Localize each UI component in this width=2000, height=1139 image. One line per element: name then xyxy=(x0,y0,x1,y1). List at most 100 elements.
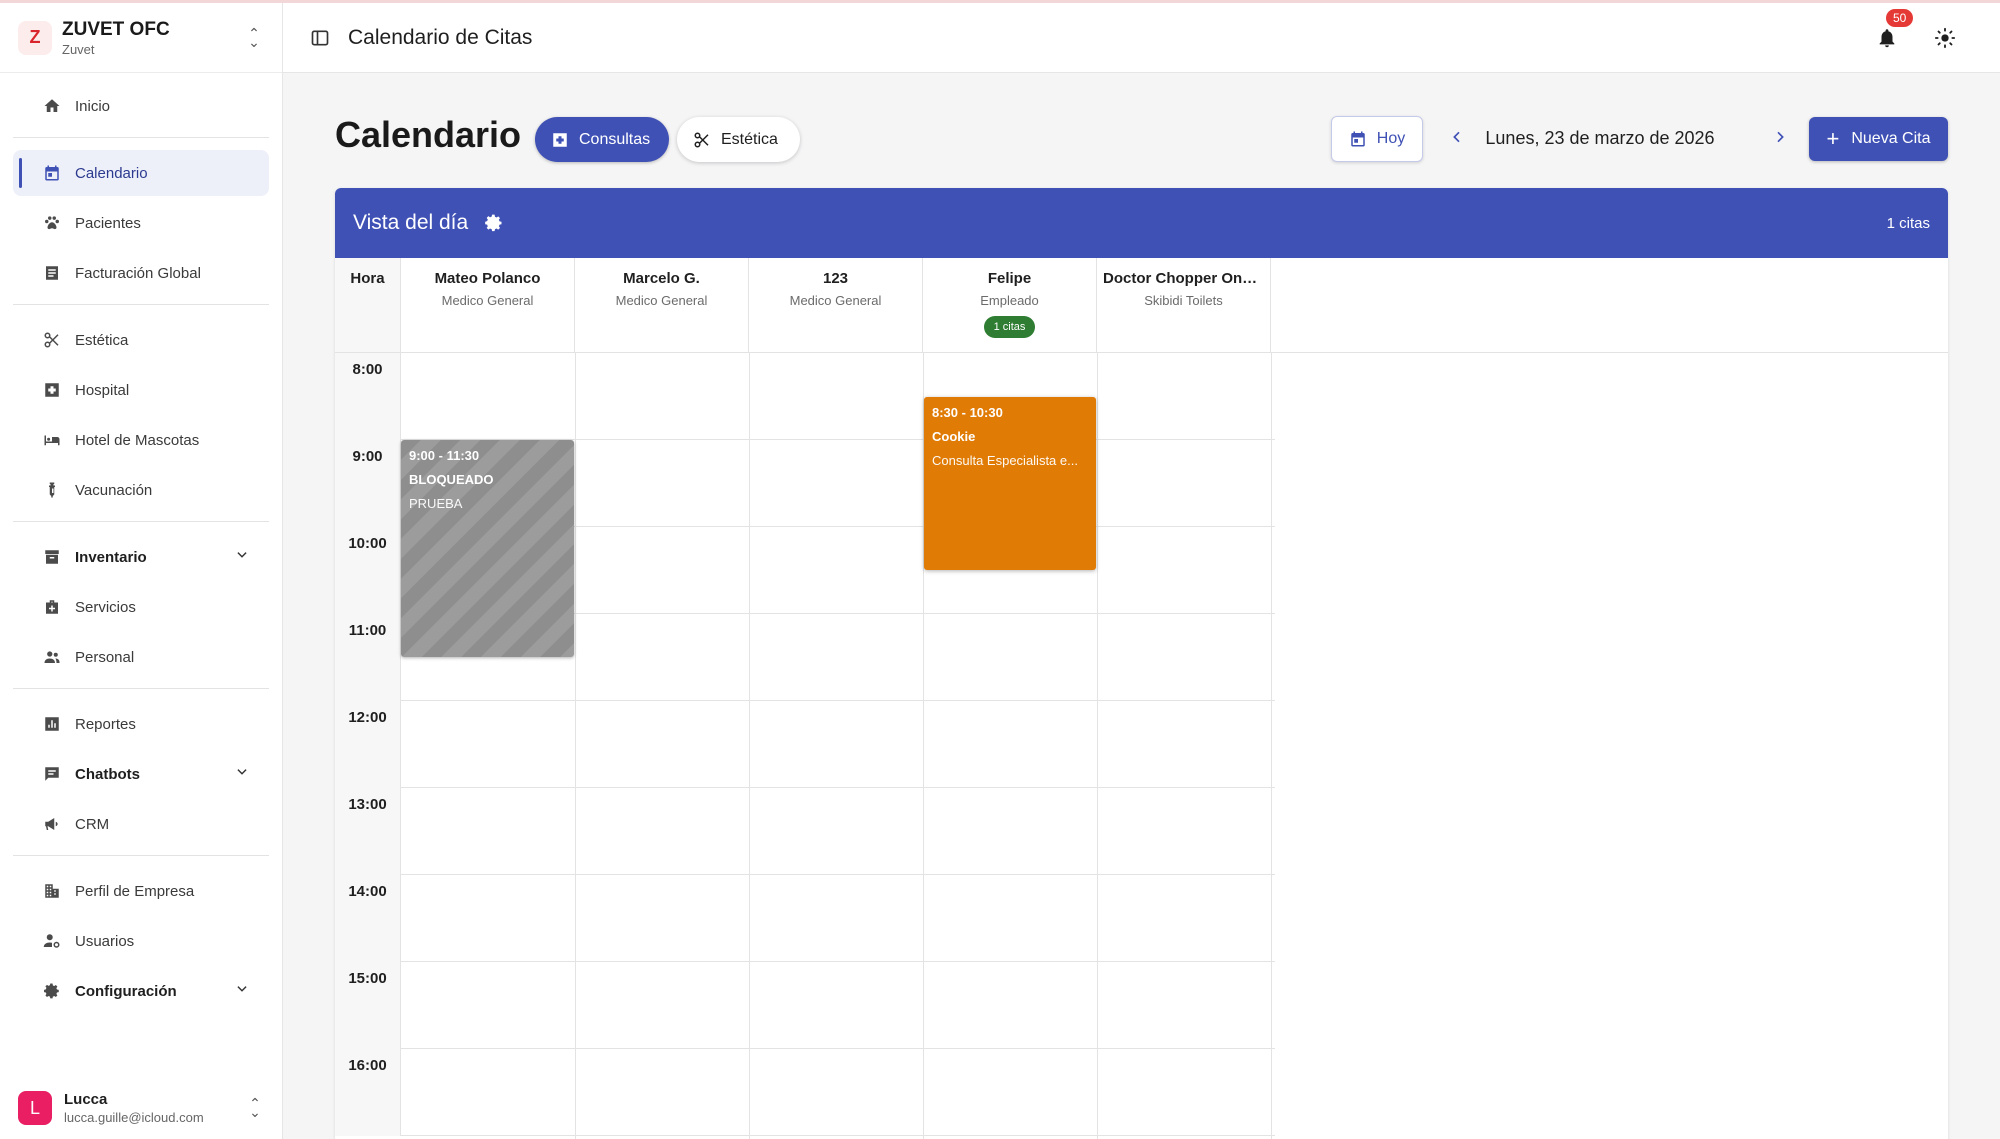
event-subtitle: Consulta Especialista e... xyxy=(932,453,1078,468)
user-menu[interactable]: L Lucca lucca.guille@icloud.com ⌃ ⌄ xyxy=(0,1077,283,1139)
staff-column-header[interactable]: 123 Medico General xyxy=(749,258,923,352)
staff-column-header[interactable]: Felipe Empleado 1 citas xyxy=(923,258,1097,352)
new-appointment-button[interactable]: + Nueva Cita xyxy=(1809,117,1948,161)
tab-estetica[interactable]: Estética xyxy=(677,117,800,162)
sidebar-item-crm[interactable]: CRM xyxy=(13,801,269,847)
hour-row[interactable]: 12:00 xyxy=(335,701,1275,788)
hour-label: 10:00 xyxy=(335,527,401,614)
sidebar-toggle-icon[interactable] xyxy=(310,28,330,48)
user-gear-icon xyxy=(41,930,63,952)
staff-column-header[interactable]: Marcelo G. Medico General xyxy=(575,258,749,352)
divider xyxy=(13,304,269,305)
column-divider xyxy=(1271,352,1272,1139)
next-day-button[interactable] xyxy=(1769,128,1791,151)
staff-name: Felipe xyxy=(987,270,1032,287)
staff-column-header[interactable]: Doctor Chopper One ... Skibidi Toilets xyxy=(1097,258,1271,352)
user-info: Lucca lucca.guille@icloud.com xyxy=(64,1091,245,1125)
previous-day-button[interactable] xyxy=(1446,128,1468,151)
divider xyxy=(13,855,269,856)
hour-label: 14:00 xyxy=(335,875,401,962)
notifications-button[interactable]: 50 xyxy=(1874,8,1914,51)
today-button[interactable]: Hoy xyxy=(1331,116,1423,162)
sidebar-item-label: Personal xyxy=(75,648,135,666)
sidebar-item-vacunacion[interactable]: Vacunación xyxy=(13,467,269,513)
staff-name: Marcelo G. xyxy=(623,270,700,287)
bell-icon xyxy=(1876,27,1898,49)
sidebar-item-label: Usuarios xyxy=(75,932,135,950)
hour-label: 16:00 xyxy=(335,1049,401,1136)
chat-icon xyxy=(41,763,63,785)
sidebar-item-pacientes[interactable]: Pacientes xyxy=(13,200,269,246)
tab-label: Estética xyxy=(721,130,778,148)
plus-icon: + xyxy=(1826,126,1840,151)
gear-icon xyxy=(41,980,63,1002)
divider xyxy=(13,137,269,138)
hour-row[interactable]: 8:00 xyxy=(335,353,1275,440)
main-content: Calendario Consultas Estética Hoy Lunes,… xyxy=(283,73,2000,1139)
appointment-count-badge: 1 citas xyxy=(983,316,1036,338)
chevron-down-icon[interactable] xyxy=(235,982,249,1000)
calendar-icon xyxy=(41,162,63,184)
sidebar-item-label: Estética xyxy=(75,331,129,349)
staff-name: 123 xyxy=(822,270,849,287)
day-view-header: Vista del día 1 citas xyxy=(335,188,1948,258)
sidebar-item-label: Pacientes xyxy=(75,214,141,232)
event-subtitle: PRUEBA xyxy=(409,496,463,511)
megaphone-icon xyxy=(41,813,63,835)
hour-row[interactable]: 14:00 xyxy=(335,875,1275,962)
sidebar-item-label: Hotel de Mascotas xyxy=(75,431,200,449)
hour-row[interactable]: 15:00 xyxy=(335,962,1275,1049)
user-name: Lucca xyxy=(64,1091,108,1108)
staff-role: Skibidi Toilets xyxy=(1144,293,1223,308)
sidebar-item-hospital[interactable]: Hospital xyxy=(13,367,269,413)
sidebar-item-label: Servicios xyxy=(75,598,136,616)
gear-icon[interactable] xyxy=(484,213,504,233)
staff-role: Medico General xyxy=(441,293,534,308)
staff-column-header[interactable]: Mateo Polanco Medico General xyxy=(401,258,575,352)
vaccine-icon xyxy=(41,479,63,501)
sidebar-item-servicios[interactable]: Servicios xyxy=(13,584,269,630)
chevron-down-icon[interactable] xyxy=(235,765,249,783)
sidebar-item-calendario[interactable]: Calendario xyxy=(13,150,269,196)
sidebar-item-estetica[interactable]: Estética xyxy=(13,317,269,363)
sidebar-item-usuarios[interactable]: Usuarios xyxy=(13,918,269,964)
sidebar-item-perfil-empresa[interactable]: Perfil de Empresa xyxy=(13,868,269,914)
theme-toggle-sun-icon[interactable] xyxy=(1934,27,1956,49)
sidebar-item-reportes[interactable]: Reportes xyxy=(13,701,269,747)
hour-label: 15:00 xyxy=(335,962,401,1049)
sidebar-item-personal[interactable]: Personal xyxy=(13,634,269,680)
home-icon xyxy=(41,95,63,117)
sidebar-item-label: Chatbots xyxy=(75,765,140,783)
divider xyxy=(13,521,269,522)
hour-label: 11:00 xyxy=(335,614,401,701)
day-view-card: Vista del día 1 citas Hora Mateo Polanco… xyxy=(335,188,1948,1139)
medical-bag-icon xyxy=(41,596,63,618)
sidebar-item-label: Inicio xyxy=(75,97,111,115)
tab-label: Consultas xyxy=(579,130,651,148)
sidebar-item-hotel[interactable]: Hotel de Mascotas xyxy=(13,417,269,463)
avatar: L xyxy=(18,1091,52,1125)
hour-row[interactable]: 16:00 xyxy=(335,1049,1275,1136)
column-divider xyxy=(1097,352,1098,1139)
blocked-time-event[interactable]: 9:00 - 11:30 BLOQUEADO PRUEBA xyxy=(401,440,574,657)
current-date: Lunes, 23 de marzo de 2026 xyxy=(1485,128,1715,148)
bed-icon xyxy=(41,429,63,451)
sidebar-group-inventario[interactable]: Inventario xyxy=(13,534,269,580)
sidebar-item-inicio[interactable]: Inicio xyxy=(13,83,269,129)
appointment-count: 1 citas xyxy=(1886,214,1930,232)
chevron-updown-icon[interactable]: ⌃ ⌄ xyxy=(244,26,264,49)
tab-consultas[interactable]: Consultas xyxy=(535,117,669,162)
hour-column-header: Hora xyxy=(335,258,401,352)
chevron-right-icon xyxy=(1777,131,1784,143)
hour-row[interactable]: 13:00 xyxy=(335,788,1275,875)
sidebar-group-chatbots[interactable]: Chatbots xyxy=(13,751,269,797)
sidebar-item-facturacion[interactable]: Facturación Global xyxy=(13,250,269,296)
appointment-event[interactable]: 8:30 - 10:30 Cookie Consulta Especialist… xyxy=(924,397,1096,570)
invoice-icon xyxy=(41,262,63,284)
brand-logo: Z xyxy=(18,20,52,55)
chevron-down-icon[interactable] xyxy=(235,548,249,566)
chevron-updown-icon[interactable]: ⌃ ⌄ xyxy=(245,1096,265,1119)
sidebar-group-configuracion[interactable]: Configuración xyxy=(13,968,269,1014)
org-switcher[interactable]: Z ZUVET OFC Zuvet ⌃ ⌄ xyxy=(0,3,282,73)
brand-name: ZUVET OFC xyxy=(62,18,170,40)
